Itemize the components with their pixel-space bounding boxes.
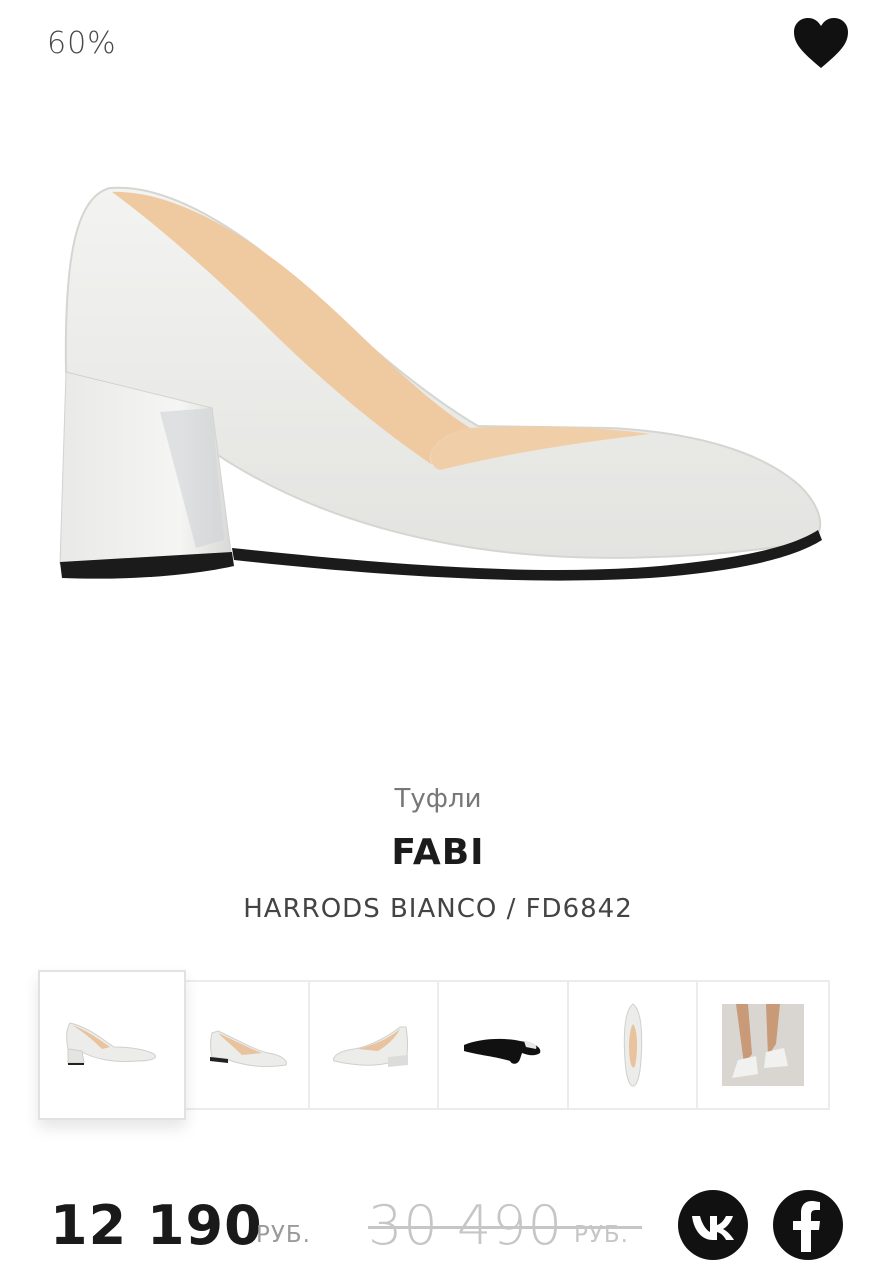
heart-icon [794, 18, 848, 68]
shoe-thumb-image [464, 1038, 541, 1064]
thumbnail-front-angle[interactable] [310, 982, 440, 1108]
current-price: 12 190 [50, 1194, 263, 1257]
product-model: HARRODS BIANCO / FD6842 [243, 894, 633, 924]
shoe-thumb-image [623, 1003, 642, 1087]
current-price-currency: РУБ. [256, 1222, 311, 1248]
thumbnail-on-foot[interactable] [698, 982, 830, 1108]
product-main-image[interactable] [0, 90, 876, 780]
share-facebook-button[interactable] [773, 1190, 843, 1260]
share-vk-button[interactable] [678, 1190, 748, 1260]
old-price-strikethrough [368, 1226, 642, 1229]
vk-icon [692, 1216, 734, 1240]
thumbnail-side-selected[interactable] [38, 970, 186, 1120]
discount-badge: 60% [47, 26, 117, 61]
thumbnail-sole[interactable] [439, 982, 569, 1108]
shoe-thumb-image [333, 1026, 409, 1067]
thumbnail-three-quarter[interactable] [186, 982, 310, 1108]
wishlist-button[interactable] [792, 16, 850, 72]
thumbnail-top[interactable] [569, 982, 699, 1108]
shoe-thumb-image [209, 1030, 287, 1068]
price-row: 12 190 РУБ. 30 490 РУБ. [0, 1180, 876, 1270]
thumbnail-gallery [38, 970, 830, 1120]
facebook-icon [793, 1201, 820, 1252]
product-brand[interactable]: FABI [0, 832, 876, 873]
thumbnail-strip [184, 980, 830, 1110]
shoe-thumb-image [66, 1022, 156, 1065]
shoe-thumb-image [722, 1004, 805, 1086]
shoe-illustration [59, 186, 822, 581]
product-category: Туфли [394, 784, 482, 814]
